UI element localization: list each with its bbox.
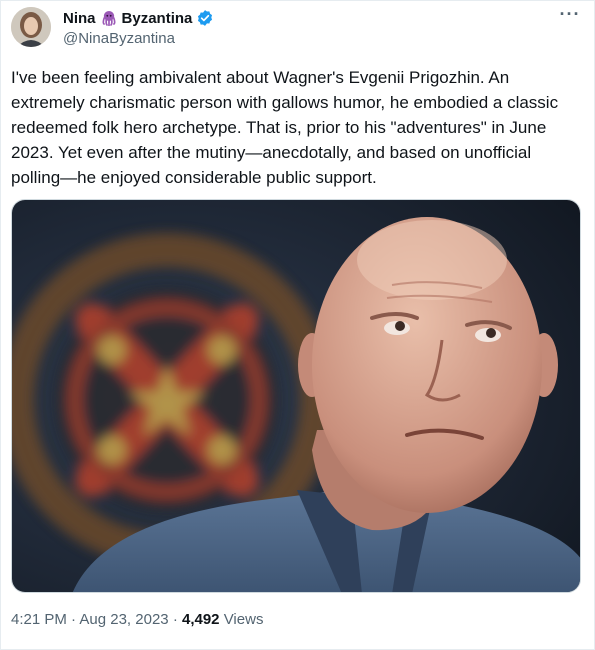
tweet-header: Nina Byzantina @NinaByzantina ···: [11, 5, 582, 47]
author-name-last[interactable]: Byzantina: [122, 10, 193, 27]
octopus-icon: [101, 10, 117, 26]
tweet-photo[interactable]: [11, 199, 581, 593]
views-count: 4,492: [181, 611, 220, 628]
tweet-meta: 4:21 PM · Aug 23, 2023 · 4,492 Views: [11, 611, 263, 628]
author-names: Nina Byzantina @NinaByzantina: [63, 9, 214, 47]
views-label: Views: [223, 611, 264, 628]
more-options-icon[interactable]: ···: [558, 5, 582, 27]
tweet-text: I've been feeling ambivalent about Wagne…: [11, 68, 559, 187]
meta-separator: ·: [71, 611, 77, 628]
photo-portrait: [12, 200, 580, 592]
author-handle[interactable]: @NinaByzantina: [63, 30, 214, 47]
author-name-row[interactable]: Nina Byzantina: [63, 9, 214, 27]
meta-separator-2: ·: [172, 611, 178, 628]
tweet-time[interactable]: 4:21 PM: [11, 611, 67, 628]
author-name-first[interactable]: Nina: [63, 10, 96, 27]
verified-badge-icon: [196, 9, 214, 27]
tweet-date[interactable]: Aug 23, 2023: [79, 611, 168, 628]
avatar[interactable]: [11, 7, 51, 47]
tweet-card: Nina Byzantina @NinaByzantina ··· I've b…: [0, 0, 595, 650]
